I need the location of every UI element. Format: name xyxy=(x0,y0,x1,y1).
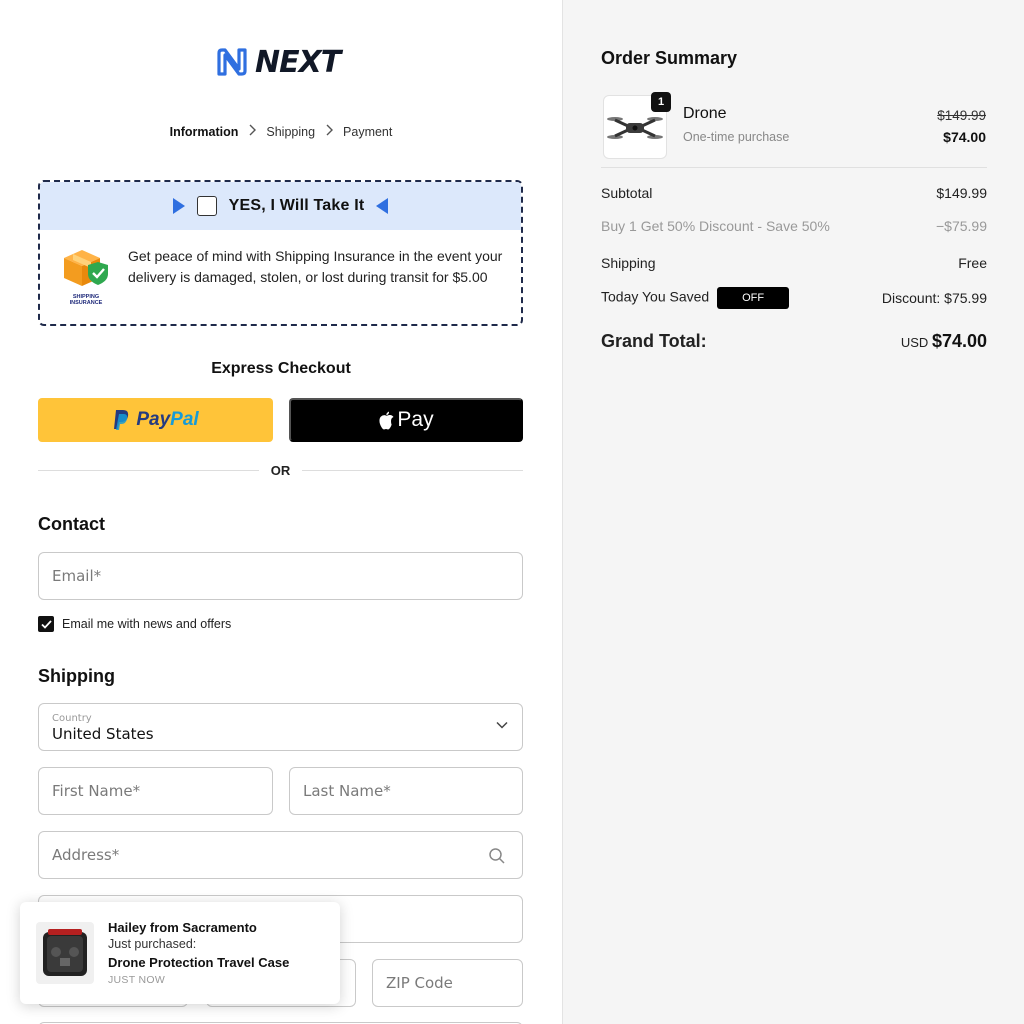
subtotal-label: Subtotal xyxy=(601,185,653,201)
recent-purchase-toast[interactable]: Hailey from Sacramento Just purchased: D… xyxy=(20,902,340,1004)
shipping-insurance-box: YES, I Will Take It SHIPPING INSURANCE Ge… xyxy=(38,180,523,326)
zip-field[interactable] xyxy=(372,959,523,1007)
apple-logo-icon xyxy=(379,411,394,429)
product-sale-price: $74.00 xyxy=(943,129,986,145)
express-checkout-title: Express Checkout xyxy=(211,360,351,377)
paypal-button[interactable]: PayPal xyxy=(38,398,273,442)
grand-total-label: Grand Total: xyxy=(601,331,707,351)
shipping-insurance-icon: SHIPPING INSURANCE xyxy=(60,246,112,306)
last-name-input[interactable] xyxy=(303,782,522,800)
email-field[interactable] xyxy=(38,552,523,600)
apple-pay-button[interactable]: Pay xyxy=(289,398,523,442)
savings-value: Discount: $75.99 xyxy=(881,290,987,306)
insurance-header[interactable]: YES, I Will Take It xyxy=(40,182,521,230)
insurance-title: YES, I Will Take It xyxy=(228,197,365,214)
address-field[interactable] xyxy=(38,831,523,879)
apple-pay-label: Pay xyxy=(397,408,434,431)
shipping-value: Free xyxy=(958,255,987,271)
toast-subtitle: Just purchased: xyxy=(108,937,197,951)
contact-heading: Contact xyxy=(38,514,105,534)
chevron-right-icon xyxy=(248,124,257,139)
product-name: Drone xyxy=(683,105,727,122)
breadcrumb-information[interactable]: Information xyxy=(170,125,239,139)
paypal-label: PayPal xyxy=(136,409,199,430)
newsletter-option[interactable]: Email me with news and offers xyxy=(38,616,231,632)
country-select[interactable]: Country United States xyxy=(38,703,523,751)
brand-logo[interactable]: NEXT xyxy=(215,44,341,80)
off-badge: OFF xyxy=(717,287,790,309)
order-summary-panel: Order Summary 1 Drone One-time purchase … xyxy=(562,0,1024,1024)
checkmark-icon xyxy=(40,619,52,629)
checkout-form-panel: NEXT Information Shipping Payment YES, I… xyxy=(0,0,562,1024)
search-icon[interactable] xyxy=(488,847,506,865)
chevron-down-icon xyxy=(496,721,508,729)
logo-wordmark: NEXT xyxy=(255,44,341,80)
savings-row: Today You Saved OFF Discount: $75.99 xyxy=(601,287,987,309)
zip-input[interactable] xyxy=(386,974,522,992)
breadcrumb-shipping[interactable]: Shipping xyxy=(266,125,315,139)
shipping-heading: Shipping xyxy=(38,666,115,686)
shipping-row: Shipping Free xyxy=(601,255,987,271)
shipping-label: Shipping xyxy=(601,255,656,271)
product-original-price: $149.99 xyxy=(937,108,986,123)
first-name-field[interactable] xyxy=(38,767,273,815)
paypal-icon xyxy=(114,410,129,430)
email-input[interactable] xyxy=(52,567,522,585)
or-divider: OR xyxy=(38,460,523,480)
grand-total-value: $74.00 xyxy=(931,331,987,351)
newsletter-label: Email me with news and offers xyxy=(62,617,232,631)
summary-divider xyxy=(601,167,987,168)
insurance-checkbox[interactable] xyxy=(196,196,217,216)
last-name-field[interactable] xyxy=(289,767,523,815)
grand-total-row: Grand Total: USD $74.00 xyxy=(601,331,987,352)
newsletter-checkbox[interactable] xyxy=(38,616,54,632)
order-summary-title: Order Summary xyxy=(601,48,738,68)
drone-icon xyxy=(607,117,663,139)
breadcrumb-payment[interactable]: Payment xyxy=(343,125,392,139)
insurance-badge-text: SHIPPING INSURANCE xyxy=(69,294,103,306)
discount-value: −$75.99 xyxy=(936,218,987,234)
subtotal-row: Subtotal $149.99 xyxy=(601,185,987,201)
savings-label: Today You Saved xyxy=(601,288,710,305)
address-input[interactable] xyxy=(52,846,522,864)
grand-total-currency: USD xyxy=(900,335,929,350)
toast-product-name: Drone Protection Travel Case xyxy=(108,955,290,970)
quantity-badge: 1 xyxy=(651,92,671,112)
arrow-left-icon xyxy=(376,198,389,214)
first-name-input[interactable] xyxy=(52,782,272,800)
product-thumbnail xyxy=(36,922,94,984)
insurance-description: Get peace of mind with Shipping Insuranc… xyxy=(128,248,503,285)
product-purchase-type: One-time purchase xyxy=(683,130,790,144)
subtotal-value: $149.99 xyxy=(936,185,987,201)
toast-timestamp: JUST NOW xyxy=(108,974,166,986)
toast-customer-name: Hailey from Sacramento xyxy=(108,920,257,935)
discount-label: Buy 1 Get 50% Discount - Save 50% xyxy=(601,218,830,234)
breadcrumb: Information Shipping Payment xyxy=(0,124,562,139)
chevron-right-icon xyxy=(325,124,334,139)
country-value: United States xyxy=(52,725,154,743)
arrow-right-icon xyxy=(172,198,185,214)
country-label: Country xyxy=(52,713,92,724)
or-label: OR xyxy=(270,462,291,478)
next-logo-icon xyxy=(217,48,247,76)
discount-row: Buy 1 Get 50% Discount - Save 50% −$75.9… xyxy=(601,218,987,234)
